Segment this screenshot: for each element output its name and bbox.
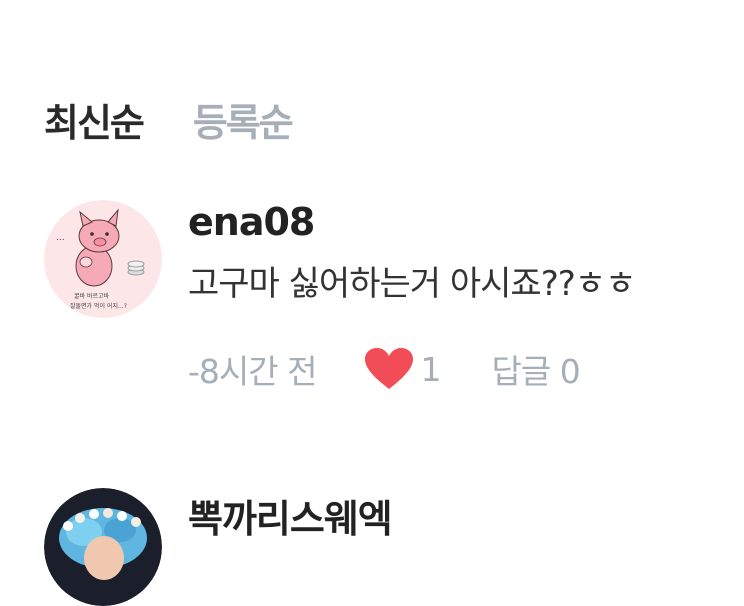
avatar-caption-line1: 꿀바 바르고바 (74, 292, 110, 300)
tab-registered[interactable]: 등록순 (193, 92, 294, 147)
reply-button[interactable]: 답글 0 (491, 345, 580, 393)
sort-tabs: 최신순 등록순 (44, 92, 294, 147)
pig-character-avatar-image: ... 꿀바 바르고바 잘돌면가 먹이 어지...? (44, 200, 162, 318)
like-button[interactable]: 1 (364, 347, 441, 391)
comment-meta: -8시간 전 1 답글 0 (188, 345, 635, 393)
comment-body: ena08 고구마 싫어하는거 아시죠??ㅎㅎ -8시간 전 1 답글 0 (188, 200, 636, 393)
tab-latest[interactable]: 최신순 (44, 92, 145, 147)
comment-text: 고구마 싫어하는거 아시죠??ㅎㅎ (188, 264, 636, 304)
comment-body: 뽁까리스웨엑 (188, 488, 393, 543)
comment-username[interactable]: ena08 (188, 200, 635, 244)
avatar[interactable]: ... 꿀바 바르고바 잘돌면가 먹이 어지...? (44, 200, 162, 318)
blue-hair-person-avatar-image (44, 488, 162, 606)
like-count: 1 (420, 349, 442, 389)
avatar-caption-line2: 잘돌면가 먹이 어지...? (70, 302, 127, 310)
avatar-dots: ... (56, 233, 65, 243)
comment-username[interactable]: 뽁까리스웨엑 (188, 488, 393, 543)
avatar[interactable] (44, 488, 162, 606)
comment-time: -8시간 전 (188, 352, 317, 391)
heart-icon (365, 348, 414, 389)
